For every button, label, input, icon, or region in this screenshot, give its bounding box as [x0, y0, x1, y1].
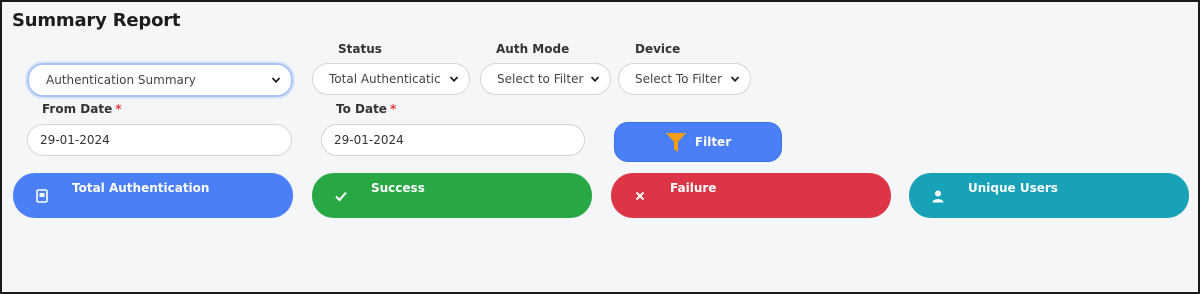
device-select[interactable]: Select To Filter: [618, 63, 751, 95]
card-label: Total Authentication: [72, 181, 210, 195]
status-value: Total Authenticatic: [329, 72, 441, 86]
to-date-input[interactable]: 29-01-2024: [321, 124, 585, 156]
from-date-label: From Date *: [42, 102, 122, 116]
required-mark: *: [115, 102, 122, 116]
id-card-icon: [36, 189, 48, 203]
card-success[interactable]: Success: [312, 173, 592, 218]
chevron-down-icon: [271, 77, 281, 84]
auth-mode-value: Select to Filter: [497, 72, 584, 86]
page-title: Summary Report: [12, 10, 181, 31]
status-select[interactable]: Total Authenticatic: [312, 63, 470, 95]
report-panel: Summary Report Status Auth Mode Device A…: [0, 0, 1200, 294]
device-value: Select To Filter: [635, 72, 722, 86]
chevron-down-icon: [730, 76, 740, 83]
to-date-label: To Date *: [336, 102, 397, 116]
auth-mode-select[interactable]: Select to Filter: [480, 63, 611, 95]
check-icon: [335, 191, 347, 202]
filter-button[interactable]: Filter: [614, 122, 782, 162]
report-type-value: Authentication Summary: [46, 73, 196, 87]
card-label: Unique Users: [968, 181, 1058, 195]
chevron-down-icon: [449, 76, 459, 83]
card-label: Failure: [670, 181, 717, 195]
required-mark: *: [389, 102, 397, 116]
card-label: Success: [371, 181, 425, 195]
from-date-input[interactable]: 29-01-2024: [27, 124, 292, 156]
auth-mode-label: Auth Mode: [496, 42, 570, 56]
status-label: Status: [338, 42, 382, 56]
close-icon: [635, 191, 645, 201]
device-label: Device: [635, 42, 681, 56]
chevron-down-icon: [590, 76, 600, 83]
filter-button-label: Filter: [694, 135, 732, 149]
card-unique-users[interactable]: Unique Users: [909, 173, 1189, 218]
funnel-icon: [665, 133, 686, 152]
user-icon: [932, 190, 944, 203]
card-total-authentication[interactable]: Total Authentication: [13, 173, 293, 218]
report-type-select[interactable]: Authentication Summary: [27, 63, 293, 97]
card-failure[interactable]: Failure: [611, 173, 891, 218]
